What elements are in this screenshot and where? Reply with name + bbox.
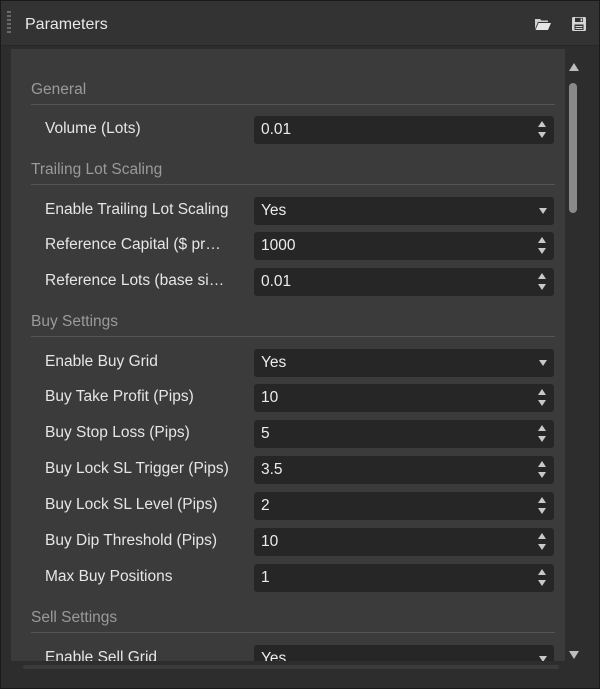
param-row-reference-lots: Reference Lots (base si… 0.01 [45, 266, 555, 298]
param-value: 5 [261, 425, 270, 442]
section-header-general: General [31, 69, 555, 105]
section-header-trailing-lot-scaling: Trailing Lot Scaling [31, 149, 555, 185]
param-row-buy-take-profit: Buy Take Profit (Pips) 10 [45, 382, 555, 414]
buy-dip-threshold-input[interactable]: 10 [254, 528, 554, 556]
spinner-arrows-icon[interactable] [538, 533, 546, 551]
param-label: Enable Trailing Lot Scaling [45, 201, 229, 218]
param-label: Reference Lots (base si… [45, 272, 225, 289]
param-row-buy-lock-sl-trigger: Buy Lock SL Trigger (Pips) 3.5 [45, 454, 555, 486]
param-label: Max Buy Positions [45, 568, 173, 585]
param-label: Reference Capital ($ pr… [45, 236, 221, 253]
parameters-list[interactable]: General Volume (Lots) 0.01 Trailing Lot … [11, 49, 565, 661]
vertical-scrollbar[interactable] [565, 49, 583, 661]
spinner-arrows-icon[interactable] [538, 237, 546, 255]
section-header-buy-settings: Buy Settings [31, 301, 555, 337]
buy-stop-loss-input[interactable]: 5 [254, 420, 554, 448]
spinner-arrows-icon[interactable] [538, 569, 546, 587]
enable-trailing-lot-scaling-select[interactable]: Yes [254, 197, 554, 225]
param-value: 0.01 [261, 273, 292, 290]
param-row-enable-buy-grid: Enable Buy Grid Yes [45, 347, 555, 379]
section-header-sell-settings: Sell Settings [31, 597, 555, 633]
spinner-arrows-icon[interactable] [538, 389, 546, 407]
panel-titlebar: Parameters [1, 1, 599, 46]
param-row-volume-lots: Volume (Lots) 0.01 [45, 114, 555, 146]
param-row-buy-lock-sl-level: Buy Lock SL Level (Pips) 2 [45, 490, 555, 522]
scroll-up-arrow-icon[interactable] [569, 63, 579, 71]
param-value: 1 [261, 569, 270, 586]
horizontal-scrollbar[interactable] [11, 661, 565, 673]
param-value: 10 [261, 389, 279, 406]
dropdown-arrow-icon [539, 360, 547, 366]
buy-lock-sl-trigger-input[interactable]: 3.5 [254, 456, 554, 484]
parameters-window: Parameters General Volume (Lots) 0.01 Tr… [0, 0, 600, 689]
param-value: 1000 [261, 237, 296, 254]
max-buy-positions-input[interactable]: 1 [254, 564, 554, 592]
spinner-arrows-icon[interactable] [538, 425, 546, 443]
folder-open-icon[interactable] [533, 15, 553, 33]
param-label: Buy Lock SL Trigger (Pips) [45, 460, 229, 477]
reference-lots-input[interactable]: 0.01 [254, 268, 554, 296]
scrollbar-thumb[interactable] [569, 83, 577, 213]
reference-capital-input[interactable]: 1000 [254, 232, 554, 260]
param-value: Yes [261, 354, 287, 371]
param-row-reference-capital: Reference Capital ($ pr… 1000 [45, 230, 555, 262]
param-label: Buy Stop Loss (Pips) [45, 424, 190, 441]
param-label: Volume (Lots) [45, 120, 141, 137]
param-row-buy-dip-threshold: Buy Dip Threshold (Pips) 10 [45, 526, 555, 558]
floppy-disk-icon[interactable] [569, 15, 589, 33]
horizontal-scrollbar-track[interactable] [23, 665, 559, 669]
buy-take-profit-input[interactable]: 10 [254, 384, 554, 412]
param-row-enable-sell-grid: Enable Sell Grid Yes [45, 643, 555, 661]
param-label: Buy Lock SL Level (Pips) [45, 496, 218, 513]
spinner-arrows-icon[interactable] [538, 273, 546, 291]
spinner-arrows-icon[interactable] [538, 121, 546, 139]
param-value: 10 [261, 533, 279, 550]
param-label: Buy Take Profit (Pips) [45, 388, 194, 405]
dropdown-arrow-icon [539, 208, 547, 214]
volume-lots-input[interactable]: 0.01 [254, 116, 554, 144]
spinner-arrows-icon[interactable] [538, 497, 546, 515]
param-value: Yes [261, 650, 287, 661]
enable-sell-grid-select[interactable]: Yes [254, 645, 554, 661]
enable-buy-grid-select[interactable]: Yes [254, 349, 554, 377]
param-value: 2 [261, 497, 270, 514]
drag-grip-handle[interactable] [7, 11, 11, 33]
param-row-max-buy-positions: Max Buy Positions 1 [45, 562, 555, 594]
param-label: Buy Dip Threshold (Pips) [45, 532, 218, 549]
param-value: 0.01 [261, 121, 292, 138]
param-label: Enable Sell Grid [45, 649, 158, 661]
scroll-down-arrow-icon[interactable] [569, 651, 579, 659]
param-value: Yes [261, 202, 287, 219]
panel-title: Parameters [25, 16, 108, 33]
param-row-enable-trailing-lot-scaling: Enable Trailing Lot Scaling Yes [45, 195, 555, 227]
param-value: 3.5 [261, 461, 283, 478]
spinner-arrows-icon[interactable] [538, 461, 546, 479]
buy-lock-sl-level-input[interactable]: 2 [254, 492, 554, 520]
param-label: Enable Buy Grid [45, 353, 158, 370]
param-row-buy-stop-loss: Buy Stop Loss (Pips) 5 [45, 418, 555, 450]
